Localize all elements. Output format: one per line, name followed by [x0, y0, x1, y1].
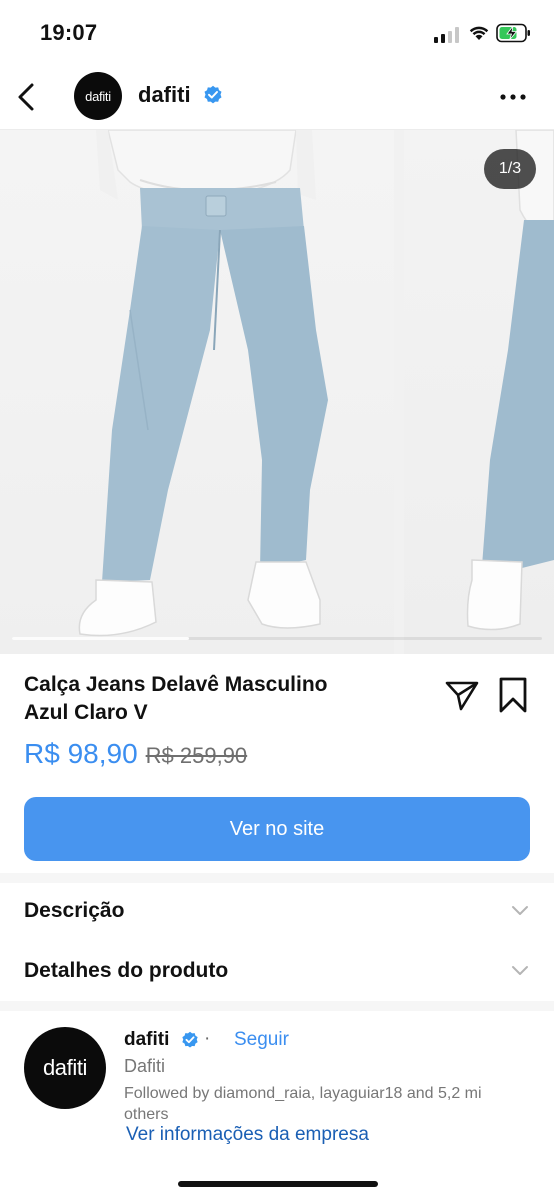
- wifi-icon: [469, 26, 489, 40]
- product-image-main[interactable]: [0, 130, 394, 654]
- product-image-next[interactable]: [404, 130, 554, 654]
- profile-header: dafiti dafiti: [0, 64, 554, 130]
- original-price: R$ 259,90: [145, 743, 248, 768]
- follow-button[interactable]: Seguir: [234, 1029, 289, 1051]
- avatar-logo-text: dafiti: [85, 88, 111, 104]
- price-row: R$ 98,90 R$ 259,90: [24, 738, 247, 770]
- carousel-page-indicator: 1/3: [484, 149, 536, 189]
- product-title: Calça Jeans Delavê Masculino Azul Claro …: [24, 671, 424, 727]
- seller-username[interactable]: dafiti: [124, 1029, 169, 1051]
- description-label: Descrição: [24, 899, 125, 922]
- status-bar: 19:07: [0, 0, 554, 64]
- chevron-down-icon: [512, 906, 528, 915]
- current-price: R$ 98,90: [24, 738, 138, 769]
- home-indicator[interactable]: [178, 1181, 378, 1187]
- separator-dot: ·: [204, 1028, 211, 1049]
- description-section[interactable]: Descrição: [0, 884, 554, 940]
- more-options-icon: [500, 94, 526, 100]
- status-time: 19:07: [40, 20, 98, 45]
- section-divider: [0, 1001, 554, 1011]
- section-divider: [0, 873, 554, 883]
- seller-avatar-logo-text: dafiti: [42, 1055, 88, 1080]
- bookmark-icon[interactable]: [496, 676, 530, 714]
- company-info-link[interactable]: Ver informações da empresa: [126, 1124, 369, 1146]
- verified-badge-icon: [204, 85, 222, 104]
- carousel-progress-thumb: [12, 637, 189, 640]
- seller-full-name: Dafiti: [124, 1056, 166, 1076]
- product-details-section[interactable]: Detalhes do produto: [0, 944, 554, 1000]
- jeans-photo-illustration-2: [466, 130, 554, 631]
- seller-avatar[interactable]: dafiti: [24, 1027, 106, 1109]
- back-button[interactable]: [10, 79, 42, 115]
- followed-by-text: Followed by diamond_raia, layaguiar18 an…: [124, 1085, 482, 1123]
- product-details-label: Detalhes do produto: [24, 959, 229, 982]
- share-icon[interactable]: [444, 678, 480, 714]
- view-on-site-label: Ver no site: [229, 817, 325, 840]
- view-on-site-button[interactable]: Ver no site: [24, 797, 530, 861]
- carousel-progress-track: [12, 637, 542, 640]
- product-image-carousel[interactable]: 1/3: [0, 130, 554, 654]
- profile-username[interactable]: dafiti: [138, 82, 191, 108]
- chevron-down-icon: [512, 966, 528, 975]
- jeans-photo-illustration: [78, 130, 328, 637]
- more-options-button[interactable]: [496, 80, 530, 114]
- avatar[interactable]: dafiti: [74, 72, 122, 120]
- back-arrow-icon: [18, 83, 34, 111]
- product-title-line-1: Calça Jeans Delavê Masculino: [24, 673, 328, 696]
- verified-badge-icon: [182, 1031, 198, 1048]
- signal-icon: [434, 27, 460, 43]
- product-title-line-2: Azul Claro V: [24, 701, 148, 724]
- battery-charging-icon: [496, 23, 530, 43]
